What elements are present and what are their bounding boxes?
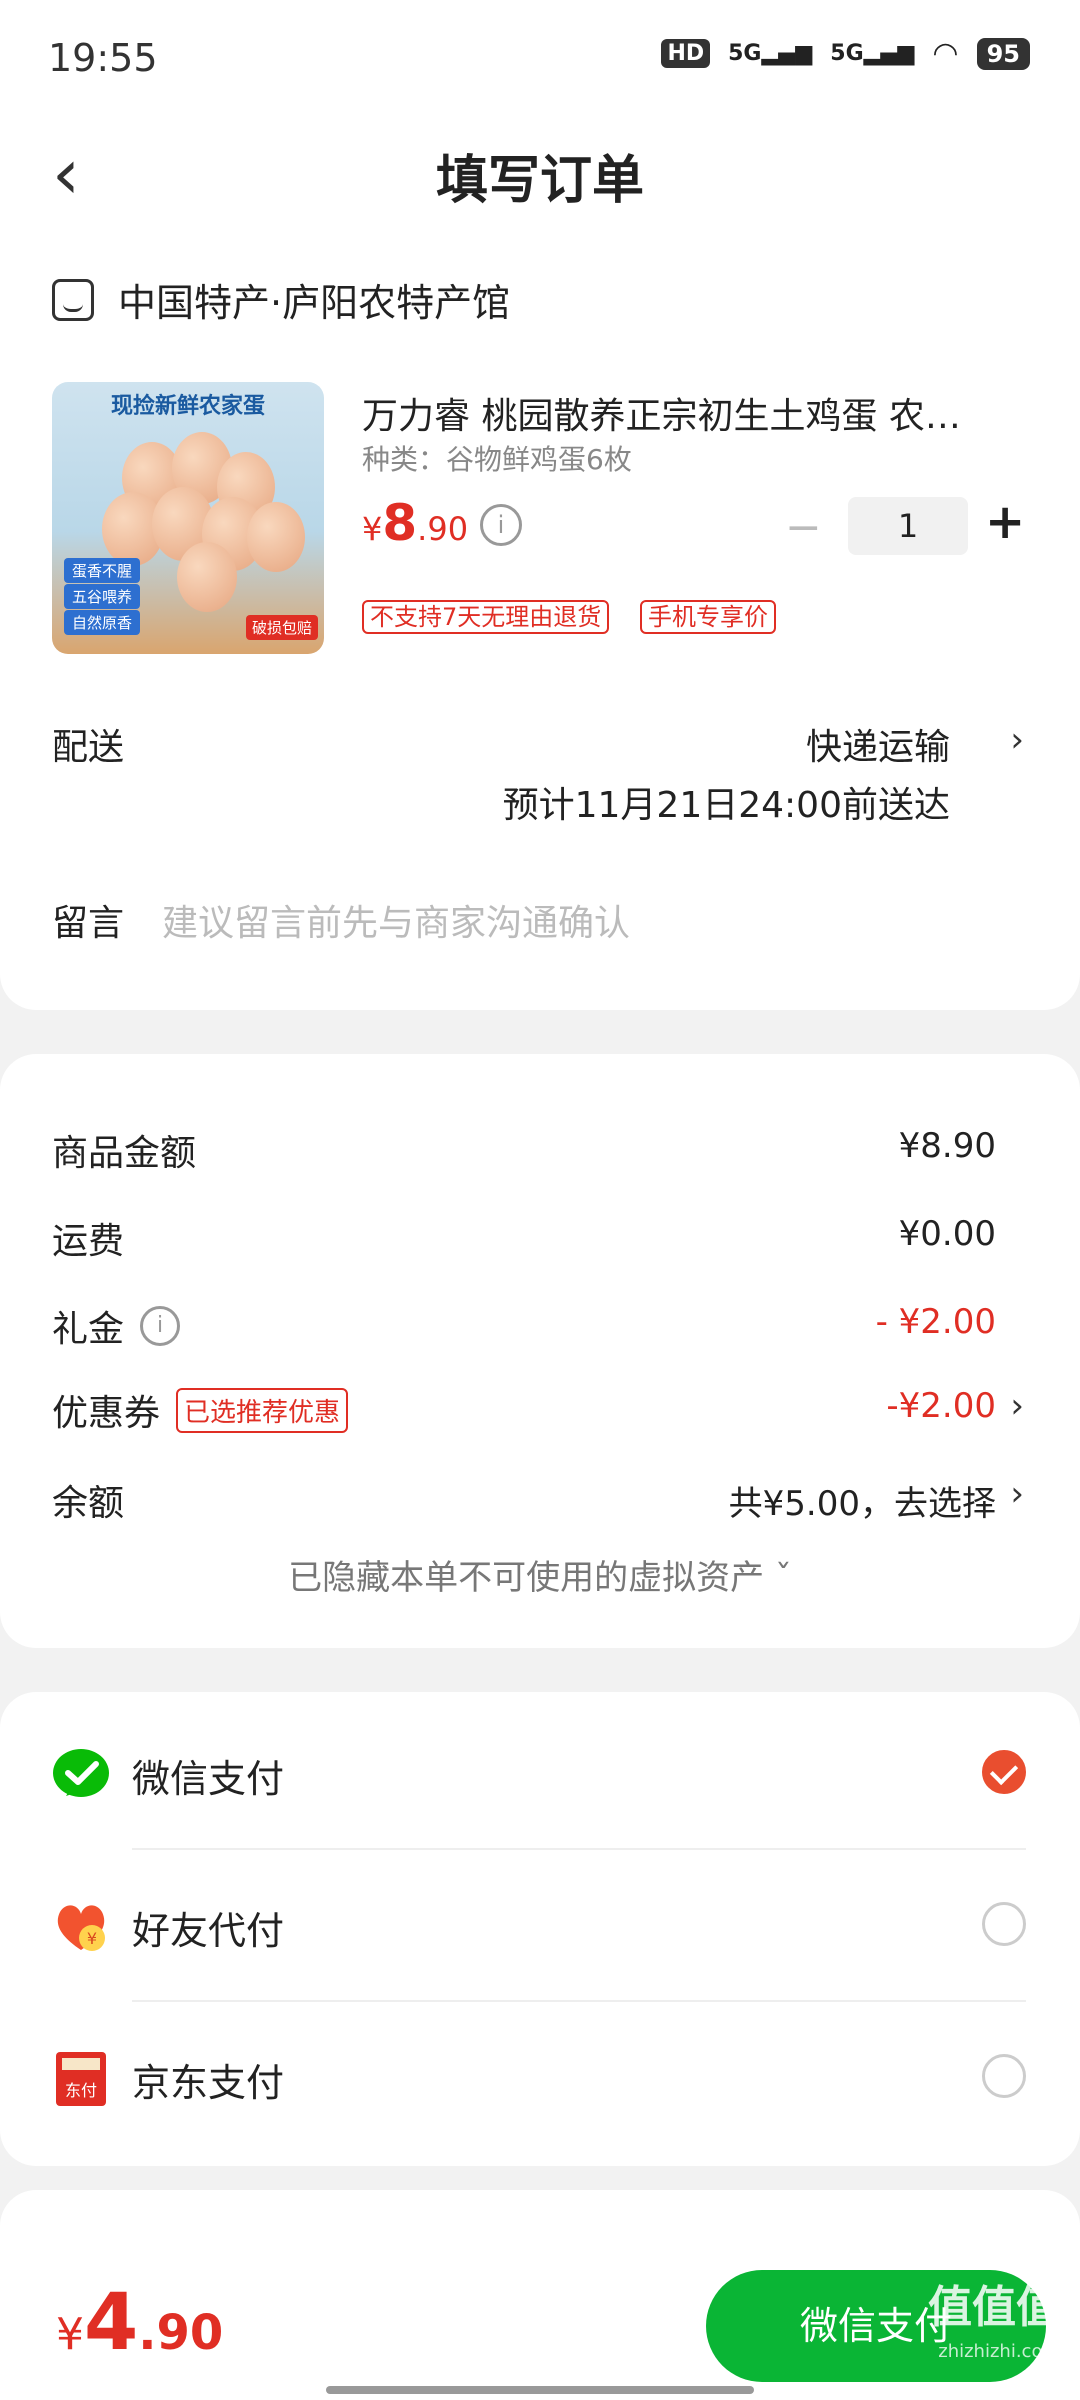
quantity-plus-button[interactable]: +: [985, 494, 1025, 550]
gift-text: 礼金: [52, 1309, 125, 1350]
signal-label-1: 5G: [728, 41, 762, 66]
store-name: 中国特产·庐阳农特产馆: [118, 281, 511, 325]
payment-label-jd: 京东支付: [132, 2061, 285, 2105]
goods-amount-text: 商品金额: [52, 1133, 197, 1174]
radio-unselected[interactable]: [982, 2054, 1026, 2098]
store-icon: [52, 278, 94, 321]
chevron-right-icon[interactable]: ›: [1010, 720, 1024, 760]
product-spec[interactable]: 种类：谷物鲜鸡蛋6枚: [362, 438, 632, 478]
svg-text:东付: 东付: [65, 2081, 97, 2100]
coupon-value[interactable]: -¥2.00: [886, 1386, 996, 1426]
delivery-label: 配送: [52, 727, 125, 768]
goods-amount-label: 商品金额: [52, 1124, 196, 1176]
shipping-label: 运费: [52, 1212, 124, 1264]
return-policy-tag: 不支持7天无理由退货: [362, 600, 610, 634]
watermark: 值值值 zhizhizhi.com: [928, 2286, 1060, 2374]
status-time: 19:55: [48, 36, 158, 80]
price-decimal: .90: [417, 510, 469, 548]
radio-selected[interactable]: [982, 1750, 1026, 1794]
amount-summary-card: 商品金额 ¥8.90 运费 ¥0.00 礼金 i - ¥2.00 优惠券 已选推…: [0, 1054, 1080, 1648]
nav-bar: ‹ 填写订单: [0, 120, 1080, 232]
product-image[interactable]: 现捡新鲜农家蛋 蛋香不腥 五谷喂养 自然原香 破损包赔: [52, 382, 324, 654]
product-title[interactable]: 万力睿 桃园散养正宗初生土鸡蛋 农…: [362, 387, 1012, 439]
signal-icon: 5G▂▄▆: [728, 41, 813, 66]
coupon-text: 优惠券: [52, 1393, 161, 1434]
image-caption: 现捡新鲜农家蛋: [110, 394, 265, 419]
payment-label-wechat: 微信支付: [132, 1757, 285, 1801]
gift-value: - ¥2.00: [875, 1302, 996, 1342]
total-currency: ¥: [56, 2309, 84, 2360]
balance-text: 余额: [52, 1483, 125, 1524]
shipping-value: ¥0.00: [898, 1214, 996, 1254]
payment-option-wechat[interactable]: 微信支付: [0, 1698, 1080, 1848]
image-tag: 自然原香: [64, 610, 141, 635]
egg-graphic: [247, 502, 305, 572]
battery-icon: 95: [976, 37, 1030, 70]
store-row[interactable]: 中国特产·庐阳农特产馆: [52, 272, 510, 327]
signal-label-2: 5G: [830, 41, 864, 66]
chevron-right-icon[interactable]: ›: [1010, 1386, 1024, 1426]
egg-graphic: [177, 542, 237, 612]
message-label: 留言: [52, 903, 125, 944]
payment-label-friend: 好友代付: [132, 1909, 285, 1953]
coupon-tag: 已选推荐优惠: [176, 1387, 349, 1433]
info-icon[interactable]: i: [140, 1306, 181, 1346]
friend-pay-icon: ¥: [57, 1905, 105, 1951]
page-title: 填写订单: [435, 151, 644, 211]
order-item-card: 中国特产·庐阳农特产馆 现捡新鲜农家蛋 蛋香不腥 五谷喂养 自然原香 破损包赔 …: [0, 232, 1080, 1010]
image-tag: 五谷喂养: [64, 584, 141, 609]
home-indicator[interactable]: [326, 2386, 754, 2394]
status-bar: 19:55 HD 5G▂▄▆ 5G▂▄▆ ◠ 95: [0, 0, 1080, 120]
price-integer: 8: [382, 494, 418, 552]
wifi-icon: ◠: [932, 36, 959, 71]
delivery-method[interactable]: 快递运输: [806, 718, 950, 770]
gift-label: 礼金 i: [52, 1300, 181, 1352]
watermark-text: 值值值: [928, 2282, 1060, 2333]
hd-icon: HD: [661, 39, 711, 68]
radio-unselected[interactable]: [982, 1902, 1026, 1946]
hidden-assets-toggle[interactable]: 已隐藏本单不可使用的虚拟资产 ˇ: [0, 1550, 1080, 1599]
payment-option-friend[interactable]: ¥ 好友代付: [0, 1850, 1080, 2000]
mobile-price-tag: 手机专享价: [640, 600, 776, 634]
bottom-pay-bar: ¥4.90 微信支付 值值值 zhizhizhi.com: [0, 2254, 1080, 2400]
jd-pay-icon: 东付: [56, 2052, 106, 2106]
quantity-input[interactable]: 1: [848, 497, 968, 555]
status-icons: HD 5G▂▄▆ 5G▂▄▆ ◠ 95: [661, 36, 1030, 71]
chevron-right-icon[interactable]: ›: [1010, 1474, 1024, 1514]
product-price: ¥8.90: [362, 494, 468, 552]
shipping-text: 运费: [52, 1221, 125, 1262]
total-integer: 4: [84, 2278, 139, 2368]
signal-icon-2: 5G▂▄▆: [830, 41, 915, 66]
message-input[interactable]: 建议留言前先与商家沟通确认: [162, 894, 630, 946]
delivery-eta: 预计11月21日24:00前送达: [502, 785, 950, 826]
total-price: ¥4.90: [56, 2278, 223, 2368]
balance-value[interactable]: 共¥5.00，去选择: [729, 1476, 996, 1525]
info-icon[interactable]: i: [480, 504, 522, 546]
goods-amount-value: ¥8.90: [898, 1126, 996, 1166]
price-currency: ¥: [362, 510, 383, 548]
payment-option-jd[interactable]: 东付 京东支付: [0, 2002, 1080, 2152]
image-badge: 破损包赔: [245, 615, 318, 640]
svg-text:¥: ¥: [87, 1929, 97, 1948]
watermark-url: zhizhizhi.com: [938, 2341, 1060, 2362]
wechat-pay-icon: [53, 1749, 109, 1797]
payment-methods-card: 微信支付 ¥ 好友代付 东付 京东支付: [0, 1692, 1080, 2166]
total-decimal: .90: [138, 2305, 224, 2361]
coupon-label[interactable]: 优惠券 已选推荐优惠: [52, 1384, 349, 1436]
image-tag: 蛋香不腥: [64, 558, 141, 583]
quantity-minus-button[interactable]: −: [785, 502, 822, 553]
balance-label: 余额: [52, 1474, 124, 1526]
